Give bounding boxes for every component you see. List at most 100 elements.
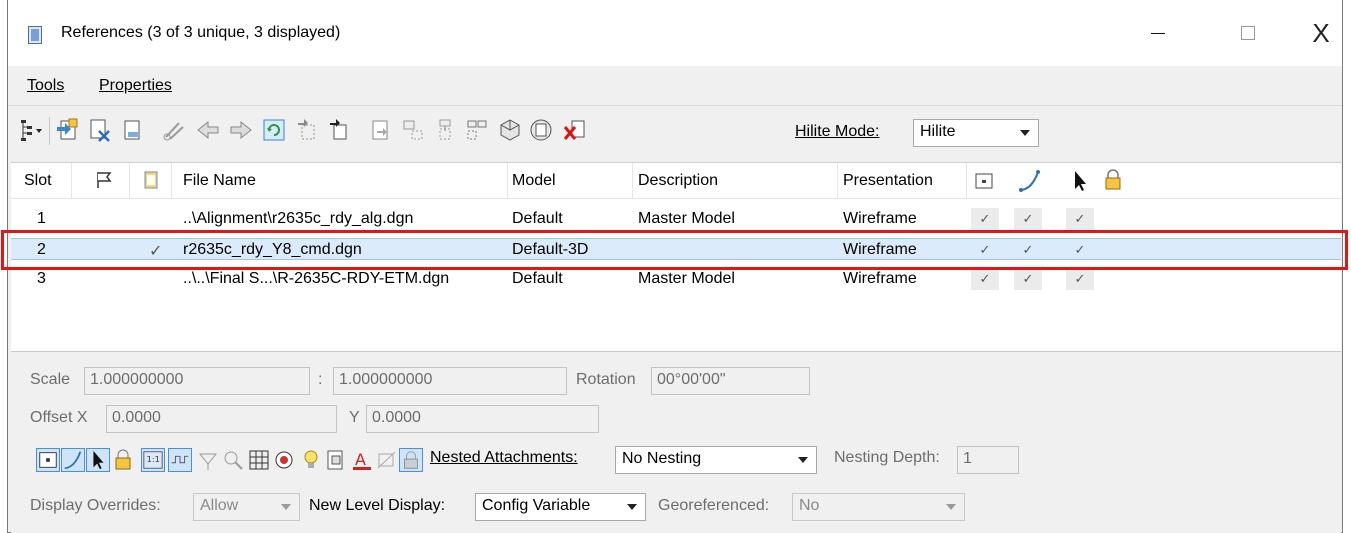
offset-x-input[interactable]: 0.0000: [106, 405, 337, 433]
active-file-icon[interactable]: [144, 171, 158, 189]
mirror-reference-icon[interactable]: [326, 117, 352, 143]
georeferenced-dropdown[interactable]: No: [792, 493, 965, 521]
merge-into-master-icon[interactable]: [432, 117, 458, 143]
nested-attachments-dropdown[interactable]: No Nesting: [615, 446, 817, 474]
selected-row-highlight: [1, 230, 1348, 270]
hilite-mode-label-text: Hilite Mode:: [795, 123, 880, 140]
row-model: Default: [512, 270, 563, 287]
hilite-reference-icon[interactable]: [497, 117, 523, 143]
offset-x-label: Offset X: [30, 409, 88, 426]
header-file-name[interactable]: File Name: [183, 172, 256, 190]
row-presentation: Wireframe: [843, 270, 917, 287]
treat-as-element-icon[interactable]: [196, 448, 220, 472]
row-file-name: ..\..\Final S...\R-2635C-RDY-ETM.dgn: [183, 270, 450, 287]
svg-text:1:1: 1:1: [147, 454, 160, 464]
clip-boundary-icon[interactable]: [161, 117, 187, 143]
menu-properties[interactable]: Properties: [99, 77, 172, 95]
header-slot[interactable]: Slot: [24, 172, 52, 190]
hilite-mode-value: Hilite: [920, 123, 956, 140]
ignore-transparency-icon[interactable]: [375, 448, 399, 472]
column-divider: [632, 163, 633, 199]
mirror-horizontal-icon[interactable]: [368, 117, 394, 143]
display-overrides-dropdown[interactable]: Allow: [193, 493, 300, 521]
copy-reference-icon[interactable]: [228, 117, 254, 143]
lock-column-icon[interactable]: [1103, 169, 1123, 191]
row-presentation: Wireframe: [843, 210, 917, 227]
snap-toggle-icon[interactable]: [61, 448, 85, 472]
move-reference-icon[interactable]: [195, 117, 221, 143]
rotate-reference-icon[interactable]: [261, 117, 287, 143]
display-checkbox[interactable]: ✓: [971, 268, 999, 290]
georeferenced-value: No: [799, 497, 820, 514]
scale-reference-input[interactable]: 1.000000000: [333, 367, 567, 395]
rotation-input[interactable]: 00°00'00": [651, 367, 810, 395]
true-scale-toggle-icon[interactable]: 1:1: [141, 448, 165, 472]
scale-line-styles-toggle-icon[interactable]: [168, 448, 192, 472]
display-toggle-icon[interactable]: [36, 448, 60, 472]
title-bar[interactable]: References (3 of 3 unique, 3 displayed) …: [8, 0, 1342, 66]
flag-icon[interactable]: [96, 171, 112, 189]
chevron-down-icon: [798, 457, 808, 463]
maximize-button[interactable]: [1228, 18, 1268, 48]
row-slot: 1: [37, 210, 46, 227]
snap-checkbox[interactable]: ✓: [1014, 268, 1042, 290]
display-column-icon[interactable]: [975, 173, 993, 189]
menu-tools-label: Tools: [27, 77, 65, 94]
chevron-down-icon: [627, 504, 637, 510]
text-color-icon[interactable]: A: [350, 448, 374, 472]
locate-column-icon[interactable]: [1071, 169, 1089, 193]
reference-properties-panel: Scale 1.000000000 : 1.000000000 Rotation…: [11, 353, 1341, 533]
offset-y-input[interactable]: 0.0000: [366, 405, 599, 433]
close-button[interactable]: X: [1301, 18, 1341, 48]
reference-settings-icon[interactable]: [528, 117, 554, 143]
levels-icon[interactable]: [272, 448, 296, 472]
snap-checkbox[interactable]: ✓: [1014, 208, 1042, 230]
lightbulb-icon[interactable]: [299, 448, 323, 472]
minimize-button[interactable]: [1138, 18, 1178, 48]
raster-icon[interactable]: [247, 448, 271, 472]
reference-list-header: Slot File Name Model Description Present…: [11, 163, 1341, 199]
ignore-attachment-icon[interactable]: [221, 448, 245, 472]
table-row[interactable]: 1 ..\Alignment\r2635c_rdy_alg.dgn Defaul…: [11, 208, 1341, 230]
table-row[interactable]: 3 ..\..\Final S...\R-2635C-RDY-ETM.dgn D…: [11, 268, 1341, 290]
display-overrides-value: Allow: [200, 497, 239, 514]
column-divider: [71, 163, 72, 199]
lock-attachment-icon[interactable]: [399, 448, 423, 472]
menu-tools[interactable]: Tools: [27, 77, 64, 95]
new-level-display-label: New Level Display:: [309, 497, 445, 515]
chevron-down-icon: [1020, 130, 1030, 136]
scale-reference-icon[interactable]: [294, 117, 320, 143]
column-divider: [171, 163, 172, 199]
make-direct-attachment-icon[interactable]: [464, 117, 490, 143]
toolbar-separator: [49, 117, 50, 145]
new-level-display-dropdown[interactable]: Config Variable: [475, 493, 646, 521]
window-title: References (3 of 3 unique, 3 displayed): [61, 24, 341, 41]
hilite-mode-dropdown[interactable]: Hilite: [913, 119, 1039, 147]
print-preview-icon[interactable]: [324, 448, 348, 472]
locate-checkbox[interactable]: ✓: [1066, 208, 1094, 230]
header-description[interactable]: Description: [638, 172, 718, 190]
tree-view-icon[interactable]: [18, 117, 44, 143]
georeferenced-label: Georeferenced:: [658, 497, 770, 514]
display-checkbox[interactable]: ✓: [971, 208, 999, 230]
menu-properties-label: Properties: [99, 77, 172, 94]
column-divider: [129, 163, 130, 199]
lock-toggle-icon[interactable]: [111, 448, 135, 472]
locate-toggle-icon[interactable]: [86, 448, 110, 472]
nesting-depth-input[interactable]: 1: [957, 446, 1019, 474]
locate-checkbox[interactable]: ✓: [1066, 268, 1094, 290]
new-level-display-label-text: New Level Display:: [309, 497, 446, 514]
header-model[interactable]: Model: [512, 172, 556, 190]
scale-master-input[interactable]: 1.000000000: [84, 367, 310, 395]
reload-reference-icon[interactable]: [119, 117, 145, 143]
remove-reference-icon[interactable]: [562, 117, 588, 143]
attach-reference-icon[interactable]: [55, 117, 81, 143]
header-presentation[interactable]: Presentation: [843, 172, 933, 190]
column-divider: [837, 163, 838, 199]
snap-column-icon[interactable]: [1018, 169, 1042, 193]
nested-attachments-label-text: Nested Attachments:: [430, 449, 578, 466]
detach-reference-icon[interactable]: [87, 117, 113, 143]
mirror-vertical-icon[interactable]: [400, 117, 426, 143]
scale-label: Scale: [30, 371, 71, 388]
display-overrides-label: Display Overrides:: [30, 497, 161, 514]
